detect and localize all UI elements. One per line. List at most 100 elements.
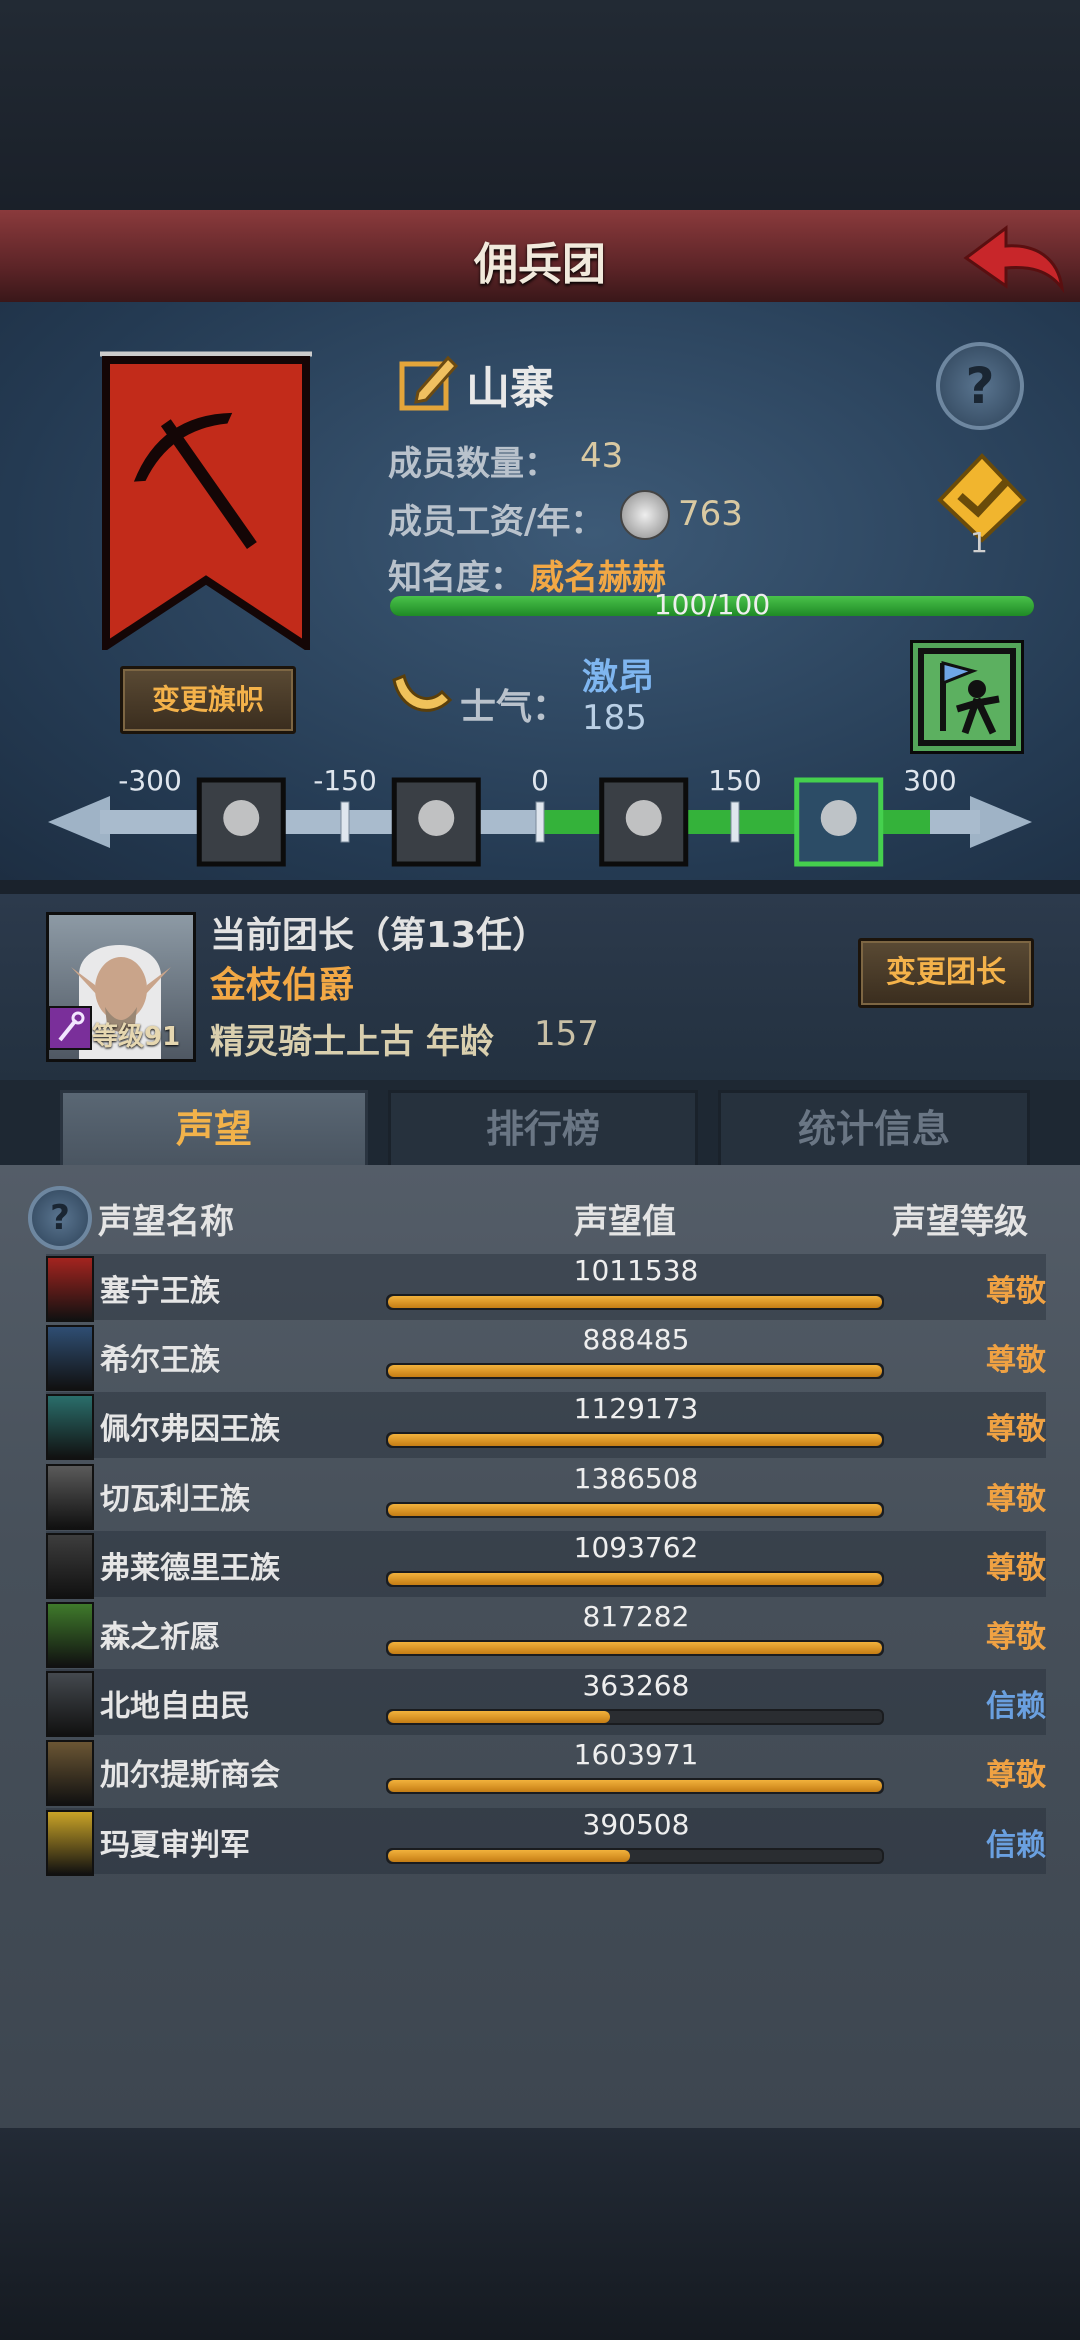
reputation-help-button[interactable]: ? xyxy=(28,1186,92,1250)
reputation-level: 尊敬 xyxy=(986,1412,1046,1447)
panic-state-icon-glyph xyxy=(223,800,260,836)
scale-tick-label: 0 xyxy=(531,766,549,797)
leader-title: 当前团长（第13任） xyxy=(210,915,549,956)
faction-emblem-icon xyxy=(46,1740,94,1806)
scale-tick xyxy=(535,801,545,843)
reputation-row[interactable]: 玛夏审判军 390508 信赖 xyxy=(46,1808,1046,1876)
reputation-level: 信赖 xyxy=(986,1689,1046,1724)
faction-name: 佩尔弗因王族 xyxy=(100,1412,280,1447)
faction-emblem-icon xyxy=(46,1394,94,1460)
scale-tick-label: 150 xyxy=(708,766,761,797)
reputation-row[interactable]: 佩尔弗因王族 1129173 尊敬 xyxy=(46,1392,1046,1460)
reputation-bar-fill xyxy=(388,1504,882,1516)
reputation-level: 尊敬 xyxy=(986,1343,1046,1378)
edit-name-icon[interactable] xyxy=(398,350,460,412)
faction-emblem-icon xyxy=(46,1602,94,1668)
faction-name: 塞宁王族 xyxy=(100,1274,220,1309)
scale-tick-label: -150 xyxy=(313,766,377,797)
header-reputation-level: 声望等级 xyxy=(892,1202,1028,1242)
company-banner xyxy=(100,351,312,650)
reputation-level: 信赖 xyxy=(986,1828,1046,1863)
morale-state-icon[interactable] xyxy=(910,640,1024,754)
change-banner-button[interactable]: 变更旗帜 xyxy=(120,666,296,734)
reputation-bar xyxy=(386,1502,884,1518)
member-count-value: 43 xyxy=(580,436,624,476)
faction-emblem-icon xyxy=(46,1464,94,1530)
faction-name: 加尔提斯商会 xyxy=(100,1758,280,1793)
morale-state: 激昂 xyxy=(582,657,655,698)
section-divider xyxy=(0,880,1080,894)
reputation-row[interactable]: 切瓦利王族 1386508 尊敬 xyxy=(46,1462,1046,1530)
tab-reputation[interactable]: 声望 xyxy=(60,1090,368,1168)
fame-progress-text: 100/100 xyxy=(653,588,771,621)
scale-tick-label: -300 xyxy=(118,766,182,797)
reputation-bar xyxy=(386,1848,884,1864)
morale-scale: -300 -150 0 150 300 xyxy=(48,766,1032,867)
reputation-value: 817282 xyxy=(582,1600,690,1633)
faction-name: 弗莱德里王族 xyxy=(100,1551,280,1586)
faction-name: 森之祈愿 xyxy=(100,1620,220,1655)
reputation-bar xyxy=(386,1432,884,1448)
reputation-bar xyxy=(386,1778,884,1794)
calm-state-icon-glyph xyxy=(625,800,662,836)
bottom-empty-area xyxy=(0,2128,1080,2340)
reputation-level: 尊敬 xyxy=(986,1758,1046,1793)
header-reputation-value: 声望值 xyxy=(574,1202,676,1242)
staff-class-icon xyxy=(48,1006,92,1050)
reputation-bar-fill xyxy=(388,1780,882,1792)
tab-leaderboard[interactable]: 排行榜 xyxy=(388,1090,698,1168)
member-count-label: 成员数量： xyxy=(388,444,558,484)
scale-tick xyxy=(340,801,350,843)
reputation-value: 1386508 xyxy=(573,1462,699,1495)
leader-level: 等级91 xyxy=(92,1022,181,1052)
scale-tick-label: 300 xyxy=(903,766,956,797)
top-empty-area xyxy=(0,0,1080,210)
company-name: 山寨 xyxy=(466,363,554,414)
reputation-bar xyxy=(386,1571,884,1587)
leader-age: 157 xyxy=(534,1014,599,1054)
rank-badge-number: 1 xyxy=(970,526,988,559)
morale-value: 185 xyxy=(582,698,647,738)
reputation-bar-fill xyxy=(388,1573,882,1585)
leader-name: 金枝伯爵 xyxy=(210,965,355,1006)
faction-name: 北地自由民 xyxy=(100,1689,250,1724)
leader-class-age-label: 精灵骑士上古 年龄 xyxy=(210,1022,494,1062)
reputation-value: 1011538 xyxy=(573,1254,699,1287)
reputation-level: 尊敬 xyxy=(986,1274,1046,1309)
reputation-value: 888485 xyxy=(582,1323,690,1356)
reputation-bar-fill xyxy=(388,1711,611,1723)
morale-label: 士气： xyxy=(460,687,569,728)
silver-coin-icon xyxy=(620,490,670,540)
reputation-bar-fill xyxy=(388,1642,882,1654)
reputation-value: 1093762 xyxy=(573,1531,699,1564)
change-leader-button[interactable]: 变更团长 xyxy=(858,938,1034,1008)
reputation-bar xyxy=(386,1709,884,1725)
reputation-row[interactable]: 北地自由民 363268 信赖 xyxy=(46,1669,1046,1737)
reputation-level: 尊敬 xyxy=(986,1551,1046,1586)
faction-emblem-icon xyxy=(46,1671,94,1737)
reputation-level: 尊敬 xyxy=(986,1620,1046,1655)
reputation-bar-fill xyxy=(388,1850,631,1862)
wage-label: 成员工资/年： xyxy=(388,502,605,542)
reputation-row[interactable]: 塞宁王族 1011538 尊敬 xyxy=(46,1254,1046,1322)
reputation-row[interactable]: 森之祈愿 817282 尊敬 xyxy=(46,1600,1046,1668)
tab-statistics[interactable]: 统计信息 xyxy=(718,1090,1030,1168)
faction-emblem-icon xyxy=(46,1325,94,1391)
faction-emblem-icon xyxy=(46,1533,94,1599)
reputation-row[interactable]: 加尔提斯商会 1603971 尊敬 xyxy=(46,1738,1046,1806)
reputation-level: 尊敬 xyxy=(986,1482,1046,1517)
reputation-row[interactable]: 弗莱德里王族 1093762 尊敬 xyxy=(46,1531,1046,1599)
reputation-value: 363268 xyxy=(582,1669,690,1702)
help-button[interactable]: ? xyxy=(936,342,1024,430)
reputation-value: 1603971 xyxy=(573,1738,699,1771)
horn-icon xyxy=(392,673,453,712)
reputation-row[interactable]: 希尔王族 888485 尊敬 xyxy=(46,1323,1046,1391)
faction-name: 切瓦利王族 xyxy=(100,1482,250,1517)
reputation-bar xyxy=(386,1294,884,1310)
inspired-state-icon-glyph xyxy=(820,800,857,836)
reputation-bar-fill xyxy=(388,1434,882,1446)
faction-name: 玛夏审判军 xyxy=(100,1828,250,1863)
wage-value: 763 xyxy=(678,494,743,534)
back-arrow-icon[interactable] xyxy=(958,218,1068,298)
faction-emblem-icon xyxy=(46,1810,94,1876)
